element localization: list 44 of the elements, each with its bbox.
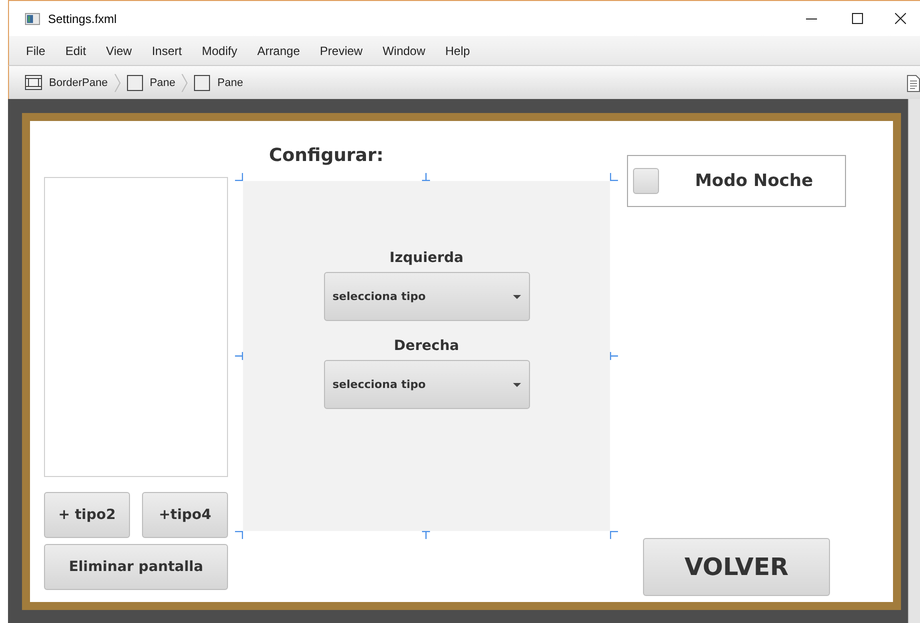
add-button[interactable]: +tipo4	[142, 492, 228, 538]
square-icon	[194, 74, 210, 90]
selection-handle[interactable]	[610, 173, 618, 181]
checkbox-label: Modo Noche	[695, 171, 813, 191]
field-label: Derecha	[394, 337, 460, 356]
square-icon	[126, 74, 143, 90]
dropdown[interactable]: selecciona tipo	[324, 272, 530, 321]
layout-icon	[25, 75, 42, 90]
remove-button[interactable]: Eliminar pantalla	[44, 544, 228, 590]
breadcrumb[interactable]: Pane	[194, 74, 244, 90]
maximize-icon[interactable]	[852, 13, 862, 24]
menu-item[interactable]: Window	[382, 44, 426, 58]
selection-handle[interactable]	[422, 531, 430, 539]
menu-item[interactable]: View	[106, 44, 132, 58]
add-button[interactable]: + tipo2	[44, 492, 130, 538]
chevron-icon	[114, 74, 121, 92]
breadcrumb[interactable]: Pane	[126, 74, 176, 90]
field-label: Izquierda	[389, 249, 464, 268]
checkbox[interactable]	[633, 168, 659, 194]
heading: Configurar:	[269, 144, 384, 168]
selection-handle[interactable]	[235, 531, 243, 539]
menu-item[interactable]: Modify	[202, 44, 238, 58]
menu-item[interactable]: File	[26, 44, 46, 58]
caret-icon	[512, 294, 520, 298]
breadcrumb[interactable]: BorderPane	[25, 75, 108, 90]
selection-handle[interactable]	[235, 173, 243, 181]
scrollbar[interactable]	[908, 99, 920, 623]
selection-handle[interactable]	[422, 173, 430, 181]
caret-icon	[512, 382, 520, 386]
app-icon	[25, 12, 40, 24]
menu-item[interactable]: Help	[445, 44, 470, 58]
menu-item[interactable]: Arrange	[257, 44, 300, 58]
menu-item[interactable]: Preview	[320, 44, 363, 58]
selection-handle[interactable]	[610, 352, 618, 360]
menu-item[interactable]: Insert	[152, 44, 182, 58]
document-icon[interactable]	[907, 75, 920, 92]
selection-handle[interactable]	[235, 352, 243, 360]
window-title: Settings.fxml	[48, 12, 118, 26]
selection-handle[interactable]	[610, 531, 618, 539]
menu-item[interactable]: Edit	[65, 44, 86, 58]
close-icon[interactable]	[894, 13, 906, 24]
dropdown[interactable]: selecciona tipo	[324, 360, 530, 409]
back-button[interactable]: VOLVER	[643, 538, 830, 596]
chevron-icon	[181, 74, 188, 92]
